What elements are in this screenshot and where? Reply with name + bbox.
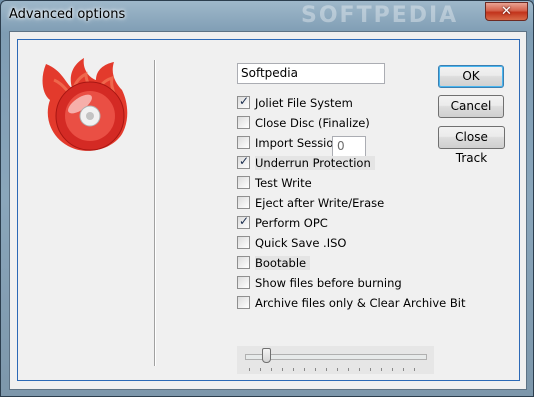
disc-label-input[interactable]: Softpedia [237,63,385,84]
perform-opc-checkbox[interactable]: ✓ [237,214,250,229]
show-files-checkbox[interactable] [237,276,250,289]
speed-slider[interactable] [237,346,434,374]
joliet-label: Joliet File System [255,95,353,110]
eject-checkbox[interactable] [237,196,250,209]
underrun-checkbox[interactable]: ✓ [237,154,250,169]
check-icon: ✓ [239,154,250,168]
bootable-checkbox[interactable] [237,256,250,269]
show-files-label: Show files before burning [255,275,402,290]
burning-disc-logo-icon [42,58,128,151]
option-underrun-protection[interactable]: ✓ Underrun Protection [237,154,375,171]
perform-opc-label: Perform OPC [255,215,328,230]
separator-line [154,60,156,366]
option-import-session[interactable]: Import Session [237,134,341,151]
close-disc-label: Close Disc (Finalize) [255,115,370,130]
option-archive-files[interactable]: Archive files only & Clear Archive Bit [237,294,465,311]
joliet-checkbox[interactable]: ✓ [237,94,250,109]
bootable-label: Bootable [255,255,311,270]
window-title: Advanced options [9,7,126,22]
import-session-checkbox[interactable] [237,136,250,149]
option-quick-save-iso[interactable]: Quick Save .ISO [237,234,346,251]
option-test-write[interactable]: Test Write [237,174,312,191]
disc-hole [86,112,94,120]
cancel-button[interactable]: Cancel [438,95,504,118]
advanced-options-window: Advanced options SOFTPEDIA ✕ Softpedia ✓… [0,0,534,397]
slider-track [245,354,427,360]
archive-files-checkbox[interactable] [237,296,250,309]
import-session-label: Import Session [255,135,341,150]
option-perform-opc[interactable]: ✓ Perform OPC [237,214,328,231]
check-icon: ✓ [239,214,250,228]
slider-thumb[interactable] [262,348,272,363]
options-panel: Softpedia ✓ Joliet File System Close Dis… [17,39,520,381]
title-bar[interactable]: Advanced options SOFTPEDIA ✕ [1,1,533,31]
option-bootable[interactable]: Bootable [237,254,311,271]
test-write-checkbox[interactable] [237,176,250,189]
option-close-disc[interactable]: Close Disc (Finalize) [237,114,370,131]
quick-save-checkbox[interactable] [237,236,250,249]
option-show-files[interactable]: Show files before burning [237,274,402,291]
archive-files-label: Archive files only & Clear Archive Bit [255,295,466,310]
ok-button[interactable]: OK [438,65,504,88]
close-icon: ✕ [501,4,512,19]
eject-label: Eject after Write/Erase [255,195,385,210]
slider-ticks [249,368,425,371]
close-disc-checkbox[interactable] [237,116,250,129]
check-icon: ✓ [239,94,250,108]
underrun-label: Underrun Protection [255,155,375,170]
watermark-text: SOFTPEDIA [301,3,459,28]
close-window-button[interactable]: ✕ [485,2,528,21]
close-track-button[interactable]: Close Track [438,126,505,165]
dialog-client-area: Softpedia ✓ Joliet File System Close Dis… [9,31,527,390]
option-eject-after-write[interactable]: Eject after Write/Erase [237,194,384,211]
quick-save-label: Quick Save .ISO [255,235,347,250]
option-joliet-file-system[interactable]: ✓ Joliet File System [237,94,353,111]
test-write-label: Test Write [255,175,312,190]
